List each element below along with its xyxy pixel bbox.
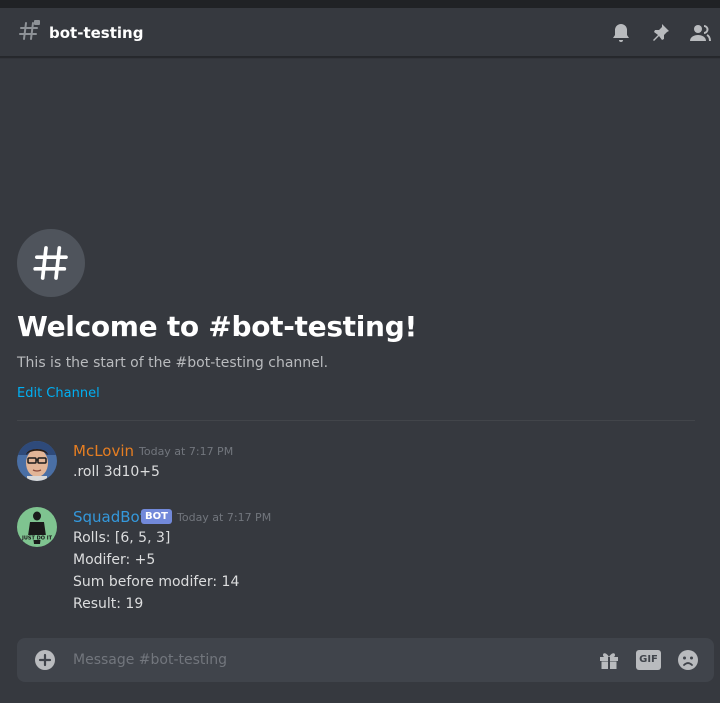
- pin-icon[interactable]: [648, 21, 672, 45]
- gif-icon[interactable]: GIF: [636, 650, 661, 670]
- message-composer[interactable]: Message #bot-testing GIF: [17, 638, 714, 682]
- channel-title: bot-testing: [49, 24, 144, 42]
- message-text: .roll 3d10+5: [73, 464, 160, 480]
- bot-avatar-icon: JUST DO IT: [17, 507, 57, 547]
- message-timestamp: Today at 7:17 PM: [139, 445, 234, 458]
- members-icon[interactable]: [688, 21, 712, 45]
- welcome-subtitle: This is the start of the #bot-testing ch…: [17, 355, 329, 371]
- message-text: Sum before modifer: 14: [73, 574, 240, 590]
- message-timestamp: Today at 7:17 PM: [177, 511, 272, 524]
- channel-welcome-icon: [17, 229, 85, 297]
- avatar[interactable]: JUST DO IT: [17, 507, 57, 547]
- message-item: McLovin Today at 7:17 PM .roll 3d10+5: [17, 441, 697, 489]
- message-author[interactable]: SquadBot: [73, 507, 146, 527]
- message-text: Modifer: +5: [73, 552, 156, 568]
- add-attachment-icon[interactable]: [33, 648, 57, 672]
- bell-icon[interactable]: [609, 21, 633, 45]
- message-text: Result: 19: [73, 596, 144, 612]
- user-avatar-icon: [17, 441, 57, 481]
- welcome-title: Welcome to #bot-testing!: [17, 310, 417, 343]
- emoji-icon[interactable]: [676, 648, 700, 672]
- bot-badge: BOT: [141, 509, 172, 524]
- channel-hash-icon: [19, 20, 40, 40]
- message-input[interactable]: Message #bot-testing: [73, 649, 227, 671]
- channel-header: bot-testing: [0, 8, 720, 57]
- message-author[interactable]: McLovin: [73, 441, 134, 461]
- svg-text:JUST DO IT: JUST DO IT: [21, 536, 53, 542]
- message-text: Rolls: [6, 5, 3]: [73, 530, 171, 546]
- message-item: JUST DO IT SquadBot BOT Today at 7:17 PM…: [17, 507, 697, 617]
- window-top-strip: [0, 0, 720, 8]
- welcome-hash-icon: [33, 246, 68, 280]
- edit-channel-link[interactable]: Edit Channel: [17, 384, 100, 404]
- gift-icon[interactable]: [597, 648, 621, 672]
- divider: [17, 420, 695, 421]
- avatar[interactable]: [17, 441, 57, 481]
